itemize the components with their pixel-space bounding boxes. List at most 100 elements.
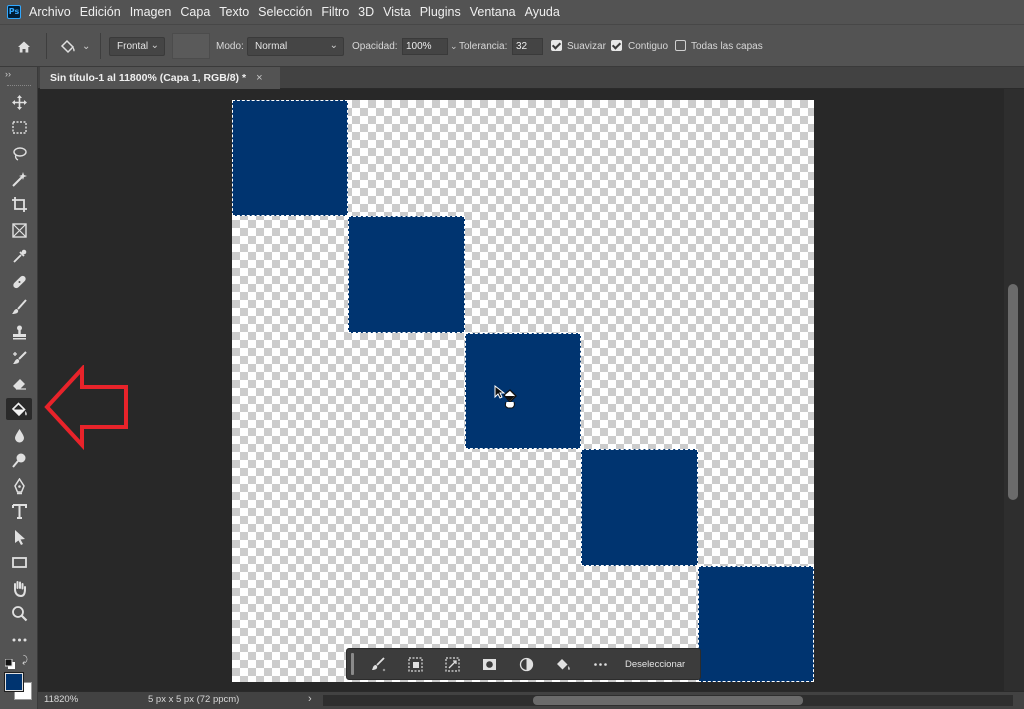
chevron-down-icon: ⌄ bbox=[329, 40, 338, 51]
opacity-field[interactable]: 100% bbox=[402, 38, 448, 55]
document-canvas[interactable] bbox=[232, 100, 814, 682]
filled-pixel bbox=[348, 216, 465, 333]
paint-bucket-tool[interactable] bbox=[6, 398, 32, 420]
magic-wand-tool[interactable] bbox=[6, 168, 32, 190]
photoshop-logo[interactable]: Ps bbox=[7, 5, 21, 19]
fill-selection-button[interactable] bbox=[545, 650, 582, 678]
close-icon[interactable]: × bbox=[256, 72, 262, 84]
crop-icon bbox=[11, 196, 27, 212]
stamp-tool[interactable] bbox=[6, 321, 32, 343]
paint-bucket-icon bbox=[11, 401, 27, 416]
canvas-workspace[interactable] bbox=[38, 89, 1004, 691]
vertical-scroll-thumb[interactable] bbox=[1008, 284, 1018, 500]
select-brush-button[interactable] bbox=[360, 650, 397, 678]
dodge-icon bbox=[11, 453, 25, 468]
filled-pixel bbox=[232, 100, 349, 217]
vertical-scrollbar[interactable] bbox=[1004, 89, 1024, 691]
horizontal-scrollbar[interactable] bbox=[323, 695, 1013, 706]
history-brush-tool[interactable] bbox=[6, 347, 32, 369]
document-tab-bar: Sin título-1 al 11800% (Capa 1, RGB/8) *… bbox=[38, 67, 1024, 89]
eraser-tool[interactable] bbox=[6, 372, 32, 394]
eraser-icon bbox=[12, 378, 26, 390]
menu-texto[interactable]: Texto bbox=[219, 5, 249, 19]
contiguous-checkbox[interactable] bbox=[611, 40, 622, 51]
bandage-icon bbox=[12, 275, 26, 288]
eyedropper-tool[interactable] bbox=[6, 245, 32, 267]
fill-source-dropdown[interactable]: Frontal ⌄ bbox=[109, 37, 165, 56]
frame-tool[interactable] bbox=[6, 219, 32, 241]
transform-selection-button[interactable] bbox=[434, 650, 471, 678]
mode-label: Modo: bbox=[216, 41, 244, 52]
menu-capa[interactable]: Capa bbox=[180, 5, 210, 19]
filled-pixel bbox=[464, 332, 582, 450]
select-subject-icon bbox=[408, 656, 423, 672]
antialias-label: Suavizar bbox=[567, 41, 606, 52]
home-button[interactable] bbox=[16, 25, 32, 68]
menu-plugins[interactable]: Plugins bbox=[420, 5, 461, 19]
more-options-button[interactable] bbox=[582, 650, 619, 678]
marquee-tool[interactable] bbox=[6, 116, 32, 138]
brush-icon bbox=[11, 298, 27, 314]
hand-tool[interactable] bbox=[6, 577, 32, 599]
menu-archivo[interactable]: Archivo bbox=[29, 5, 71, 19]
lasso-tool[interactable] bbox=[6, 142, 32, 164]
menu-ventana[interactable]: Ventana bbox=[470, 5, 516, 19]
mode-dropdown[interactable]: Normal ⌄ bbox=[247, 37, 344, 56]
menu-bar: Ps Archivo Edición Imagen Capa Texto Sel… bbox=[0, 0, 1024, 24]
more-tools[interactable] bbox=[6, 628, 32, 650]
ellipsis-icon bbox=[12, 638, 26, 641]
collapse-panel-icon[interactable]: ›› bbox=[5, 69, 11, 79]
crop-tool[interactable] bbox=[6, 193, 32, 215]
status-bar: 11820% 5 px x 5 px (72 ppcm) › bbox=[38, 691, 1024, 709]
all-layers-label: Todas las capas bbox=[691, 41, 763, 52]
paint-bucket-cursor-icon bbox=[494, 385, 517, 409]
path-select-tool[interactable] bbox=[6, 526, 32, 548]
all-layers-checkbox[interactable] bbox=[675, 40, 686, 51]
menu-imagen[interactable]: Imagen bbox=[130, 5, 172, 19]
tool-preset-picker[interactable]: ⌄ bbox=[58, 25, 90, 68]
rectangle-icon bbox=[11, 556, 27, 568]
shape-tool[interactable] bbox=[6, 551, 32, 573]
pen-icon bbox=[13, 477, 25, 494]
tolerance-field[interactable]: 32 bbox=[512, 38, 543, 55]
antialias-checkbox[interactable] bbox=[551, 40, 562, 51]
default-colors-icon[interactable] bbox=[4, 656, 15, 669]
type-icon bbox=[11, 503, 27, 519]
swap-colors-icon[interactable]: ⤸ bbox=[22, 655, 28, 666]
menu-ayuda[interactable]: Ayuda bbox=[525, 5, 560, 19]
move-tool[interactable] bbox=[6, 91, 32, 113]
adjustment-layer-button[interactable] bbox=[508, 650, 545, 678]
panel-grip[interactable] bbox=[7, 85, 31, 87]
home-icon bbox=[18, 41, 30, 52]
zoom-icon bbox=[11, 605, 27, 621]
move-icon bbox=[11, 94, 27, 110]
eyedropper-icon bbox=[12, 249, 26, 263]
chevron-down-icon: ⌄ bbox=[150, 40, 159, 51]
zoom-level-field[interactable]: 11820% bbox=[44, 694, 78, 705]
pen-tool[interactable] bbox=[6, 475, 32, 497]
zoom-tool[interactable] bbox=[6, 602, 32, 624]
horizontal-scroll-thumb[interactable] bbox=[533, 696, 803, 705]
blur-tool[interactable] bbox=[6, 424, 32, 446]
brush-tool[interactable] bbox=[6, 296, 32, 318]
foreground-color-swatch[interactable] bbox=[4, 672, 24, 692]
menu-3d[interactable]: 3D bbox=[358, 5, 374, 19]
healing-tool[interactable] bbox=[6, 270, 32, 292]
pattern-picker-disabled bbox=[172, 33, 210, 59]
create-mask-button[interactable] bbox=[471, 650, 508, 678]
taskbar-grip[interactable] bbox=[351, 653, 354, 675]
document-tab[interactable]: Sin título-1 al 11800% (Capa 1, RGB/8) *… bbox=[40, 67, 280, 89]
menu-filtro[interactable]: Filtro bbox=[321, 5, 349, 19]
type-tool[interactable] bbox=[6, 500, 32, 522]
photoshop-window: Ps Archivo Edición Imagen Capa Texto Sel… bbox=[0, 0, 1024, 709]
select-subject-button[interactable] bbox=[397, 650, 434, 678]
menu-vista[interactable]: Vista bbox=[383, 5, 411, 19]
menu-seleccion[interactable]: Selección bbox=[258, 5, 312, 19]
chevron-down-icon[interactable]: ⌄ bbox=[450, 25, 458, 68]
red-pointer-arrow-icon bbox=[44, 365, 128, 450]
chevron-right-icon[interactable]: › bbox=[308, 693, 312, 705]
dodge-tool[interactable] bbox=[6, 449, 32, 471]
menu-edicion[interactable]: Edición bbox=[80, 5, 121, 19]
options-bar: ⌄ Frontal ⌄ Modo: Normal ⌄ Opacidad: 100… bbox=[0, 24, 1024, 67]
deselect-button[interactable]: Deseleccionar bbox=[625, 659, 685, 670]
